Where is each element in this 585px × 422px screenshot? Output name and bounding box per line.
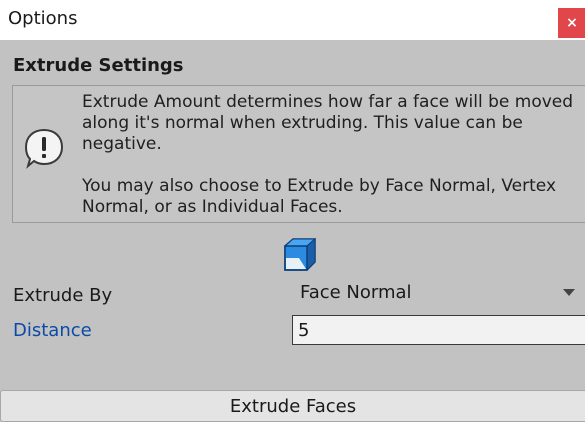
extrude-by-selected: Face Normal bbox=[300, 282, 412, 303]
help-text: Extrude Amount determines how far a face… bbox=[82, 92, 582, 218]
help-paragraph: You may also choose to Extrude by Face N… bbox=[82, 176, 557, 217]
close-icon: × bbox=[566, 15, 578, 31]
extrude-faces-button[interactable]: Extrude Faces bbox=[0, 390, 585, 422]
warning-icon bbox=[24, 128, 64, 169]
window-title: Options bbox=[8, 8, 78, 29]
close-button[interactable]: × bbox=[558, 8, 585, 38]
cube-face-icon bbox=[283, 237, 317, 272]
extrude-by-dropdown[interactable]: Face Normal bbox=[292, 280, 585, 308]
help-paragraph: Extrude Amount determines how far a face… bbox=[82, 92, 574, 154]
extrude-by-label: Extrude By bbox=[13, 285, 113, 306]
window-titlebar[interactable]: Options × bbox=[0, 0, 585, 40]
section-title: Extrude Settings bbox=[13, 55, 184, 76]
distance-field[interactable] bbox=[292, 315, 585, 345]
distance-label: Distance bbox=[13, 320, 92, 341]
help-box: Extrude Amount determines how far a face… bbox=[12, 85, 585, 223]
extrude-faces-label: Extrude Faces bbox=[229, 395, 357, 417]
chevron-down-icon bbox=[563, 289, 575, 296]
options-panel: Extrude Settings Extrude Amount determin… bbox=[0, 40, 585, 422]
